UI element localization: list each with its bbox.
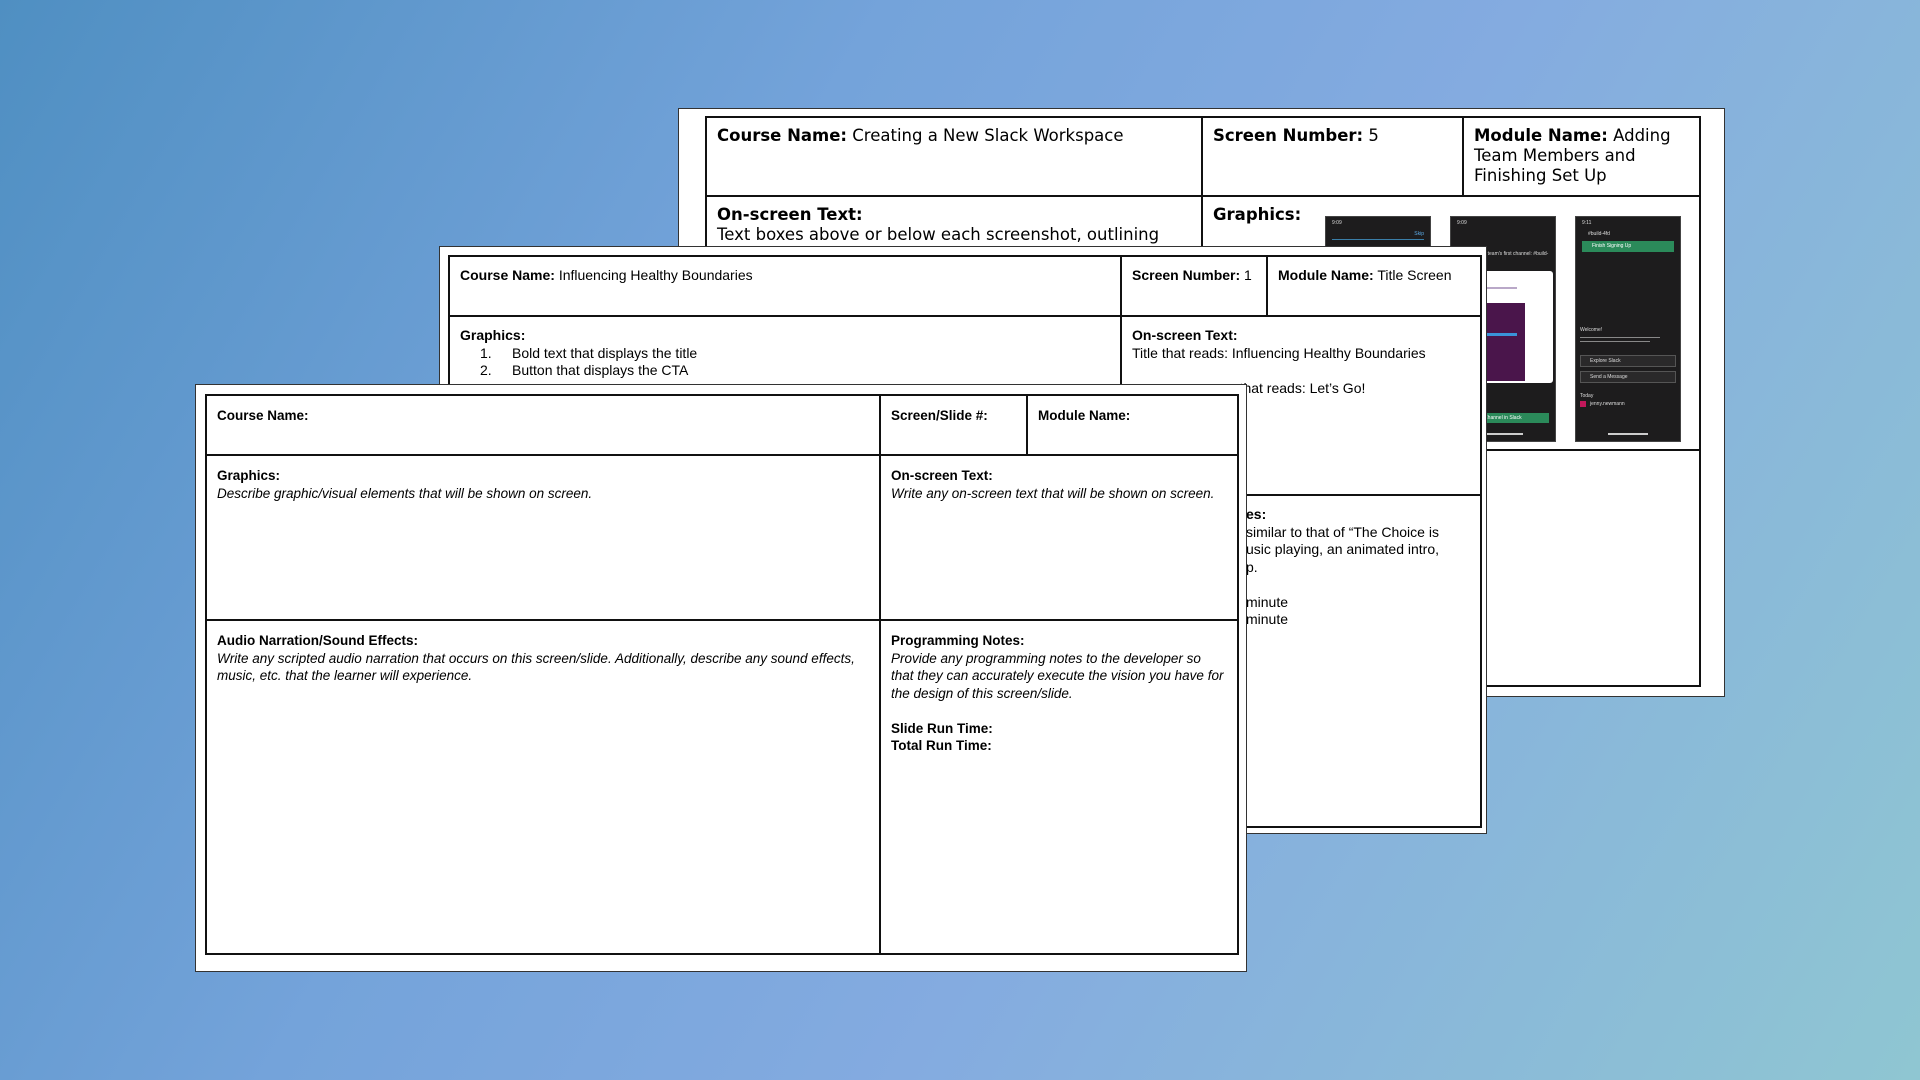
phone-item-explore: Explore Slack [1590, 358, 1621, 364]
programming-notes-label: es: [1246, 506, 1267, 522]
phone-channel: #build-4fd [1588, 231, 1610, 237]
programming-notes-cell: Programming Notes: Provide any programmi… [879, 619, 1239, 955]
onscreen-text-label: On-screen Text: [1132, 327, 1238, 343]
list-item: 2. Button that displays the CTA [480, 362, 689, 378]
screen-number-label: Screen Number: [1213, 126, 1364, 145]
course-name-cell: Course Name: Influencing Healthy Boundar… [448, 255, 1122, 317]
module-name-cell: Module Name: Adding Team Members and Fin… [1462, 116, 1701, 197]
phone-today: Today [1580, 393, 1594, 399]
onscreen-text-cell: On-screen Text: Write any on-screen text… [879, 454, 1239, 621]
storyboard-template-blank: Course Name: Screen/Slide #: Module Name… [195, 384, 1247, 972]
graphics-label: Graphics: [460, 327, 526, 343]
skip-link: Skip [1414, 231, 1424, 237]
onscreen-text-hint: Write any on-screen text that will be sh… [891, 485, 1215, 501]
course-name-value: Creating a New Slack Workspace [852, 126, 1124, 145]
phone-welcome: Welcome! [1580, 327, 1603, 333]
course-name-label: Course Name: [717, 126, 848, 145]
onscreen-text-label: On-screen Text: [717, 205, 863, 224]
audio-narration-hint: Write any scripted audio narration that … [217, 650, 855, 684]
module-name-cell: Module Name: [1026, 394, 1239, 456]
programming-notes-label: Programming Notes: [891, 633, 1025, 648]
graphics-cell: Graphics: Describe graphic/visual elemen… [205, 454, 881, 621]
screen-number-label: Screen Number: [1132, 267, 1241, 283]
programming-notes-hint: Provide any programming notes to the dev… [891, 650, 1224, 701]
storyboard-table: Course Name: Screen/Slide #: Module Name… [205, 394, 1239, 955]
course-name-label: Course Name: [460, 267, 555, 283]
course-name-cell: Course Name: Creating a New Slack Worksp… [705, 116, 1203, 197]
total-run-time-label: Total Run Time: [891, 738, 992, 753]
module-name-cell: Module Name: Title Screen [1266, 255, 1482, 317]
module-name-label: Module Name: [1474, 126, 1608, 145]
slide-run-time-label: Slide Run Time: [891, 720, 993, 736]
course-name-value: Influencing Healthy Boundaries [558, 267, 753, 283]
graphics-hint: Describe graphic/visual elements that wi… [217, 485, 593, 501]
graphics-list: 1. Bold text that displays the title 2. Bu… [460, 345, 1110, 380]
phone-time: 9:09 [1332, 220, 1342, 226]
phone-item-message: Send a Message [1590, 374, 1628, 380]
audio-narration-label: Audio Narration/Sound Effects: [217, 633, 419, 648]
screen-number-cell: Screen/Slide #: [879, 394, 1028, 456]
module-name-label: Module Name: [1038, 408, 1131, 423]
module-name-value: Title Screen [1377, 267, 1452, 283]
onscreen-text-label: On-screen Text: [891, 468, 993, 483]
screen-number-value: 5 [1368, 126, 1379, 145]
phone-banner: Finish Signing Up [1592, 243, 1632, 249]
onscreen-text-line: Title that reads: Influencing Healthy Bo… [1132, 344, 1426, 361]
phone-heading: our team's first channel: #build-4fd [1479, 251, 1549, 263]
screen-number-cell: Screen Number: 1 [1120, 255, 1268, 317]
list-item: 1. Bold text that displays the title [480, 344, 698, 361]
phone-time: 9:09 [1457, 220, 1467, 226]
graphics-label: Graphics: [217, 468, 281, 483]
course-name-label: Course Name: [217, 408, 309, 423]
graphics-label: Graphics: [1213, 205, 1302, 224]
notes-line: usic playing, an animated intro, [1246, 541, 1439, 557]
audio-narration-cell: Audio Narration/Sound Effects: Write any… [205, 619, 881, 955]
screen-slide-label: Screen/Slide #: [891, 408, 988, 423]
course-name-cell: Course Name: [205, 394, 881, 456]
screen-number-cell: Screen Number: 5 [1201, 116, 1464, 197]
module-name-label: Module Name: [1278, 267, 1374, 283]
phone-button: r Channel in Slack [1481, 415, 1522, 421]
phone-screenshot-3: 9:11 #build-4fd Finish Signing Up Welcom… [1575, 216, 1681, 442]
screen-number-value: 1 [1244, 267, 1252, 283]
notes-line: similar to that of “The Choice is [1246, 523, 1439, 540]
total-run-time-value: minute [1246, 611, 1289, 627]
slide-run-time-value: minute [1246, 593, 1289, 610]
phone-time: 9:11 [1582, 220, 1592, 226]
phone-user: jenny.newmann [1590, 401, 1625, 407]
notes-line: p. [1246, 558, 1258, 575]
